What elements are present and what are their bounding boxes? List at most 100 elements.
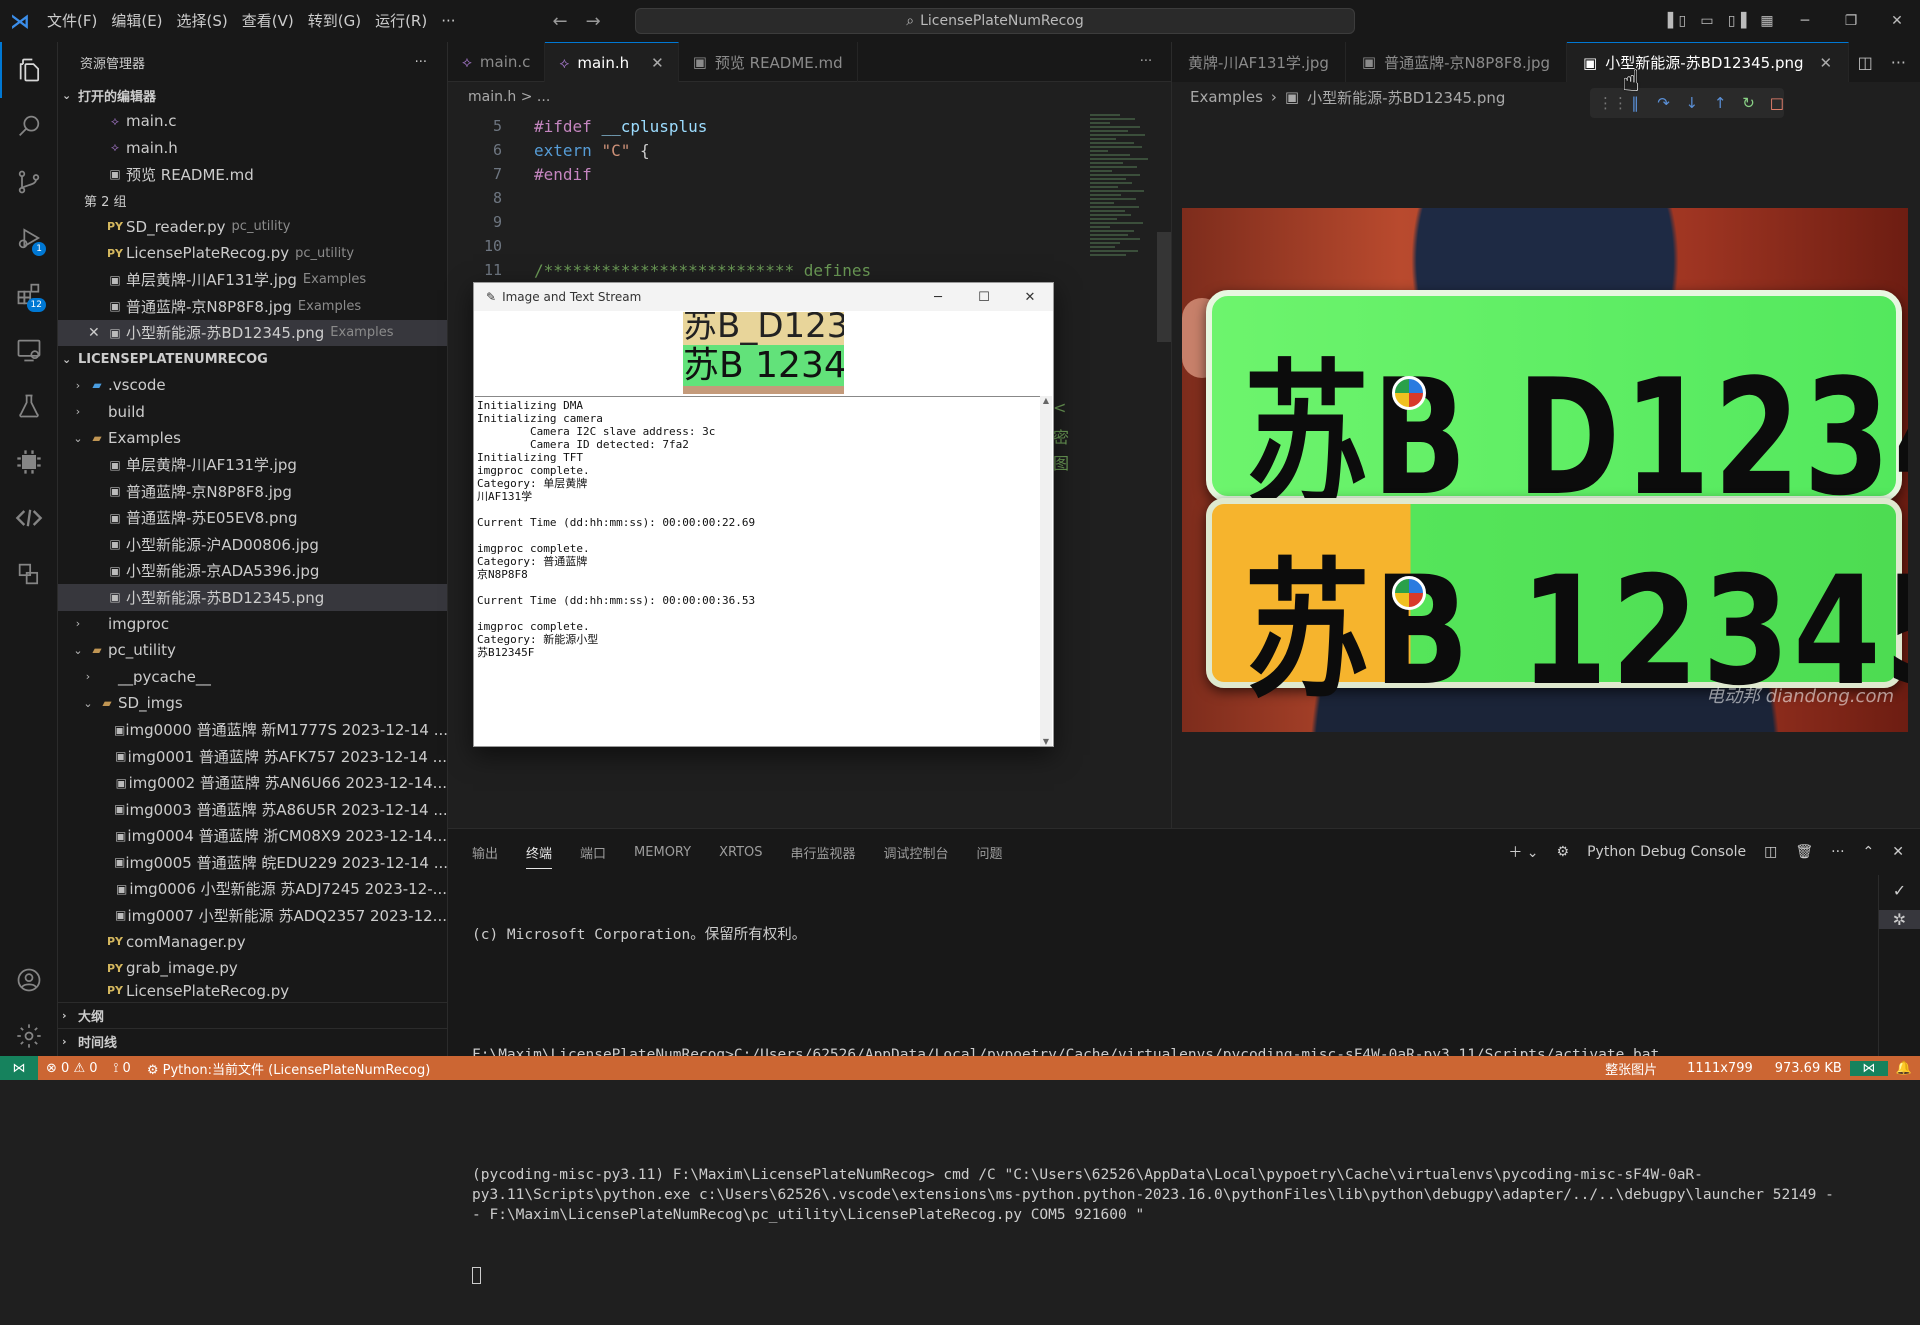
tree-file[interactable]: ▣ img0006 小型新能源 苏ADJ7245 2023-12-...	[58, 876, 447, 903]
project-section[interactable]: ⌄ LICENSEPLATENUMRECOG	[58, 346, 447, 372]
tree-file[interactable]: ▣ img0001 普通蓝牌 苏AFK757 2023-12-14 ...	[58, 743, 447, 770]
tab-problems[interactable]: 问题	[977, 843, 1003, 862]
breadcrumb-file[interactable]: 小型新能源-苏BD12345.png	[1307, 87, 1505, 108]
tab-terminal[interactable]: 终端	[526, 843, 552, 869]
step-over-icon[interactable]: ↷	[1656, 94, 1670, 112]
more-actions-icon[interactable]: ···	[1831, 844, 1844, 860]
editor-divider[interactable]	[1171, 42, 1172, 828]
split-editor-icon[interactable]: ◫	[1858, 53, 1873, 72]
ports-indicator[interactable]: ⟟ 0	[106, 1061, 139, 1076]
menu-more[interactable]: ···	[434, 0, 462, 42]
tree-folder[interactable]: › build	[58, 399, 447, 426]
tree-file[interactable]: ▣ 普通蓝牌-苏E05EV8.png	[58, 505, 447, 532]
tree-file[interactable]: ▣ 小型新能源-京ADA5396.jpg	[58, 558, 447, 585]
toggle-secondary-sidebar-icon[interactable]: ▯▐	[1722, 13, 1752, 29]
forward-arrow-icon[interactable]: →	[586, 11, 601, 32]
code-tags-icon[interactable]	[0, 490, 58, 546]
image-zoom-mode[interactable]: 整张图片	[1597, 1059, 1665, 1078]
back-arrow-icon[interactable]: ←	[553, 11, 568, 32]
minimize-button[interactable]: ─	[915, 290, 961, 305]
split-terminal-icon[interactable]: ◫	[1764, 844, 1777, 860]
tree-file[interactable]: ▣ 普通蓝牌-京N8P8F8.jpg	[58, 478, 447, 505]
remote-explorer-icon[interactable]	[0, 322, 58, 378]
minimap[interactable]	[1090, 112, 1150, 352]
run-debug-icon[interactable]: 1	[0, 210, 58, 266]
extensions-icon[interactable]: 12	[0, 266, 58, 322]
new-terminal-icon[interactable]: ＋ ⌄	[1508, 842, 1538, 862]
menu-view[interactable]: 查看(V)	[235, 0, 301, 42]
restart-icon[interactable]: ↻	[1741, 94, 1755, 112]
explorer-icon[interactable]	[0, 42, 58, 98]
tree-folder[interactable]: › imgproc	[58, 611, 447, 638]
tree-file[interactable]: ▣ img0000 普通蓝牌 新M1777S 2023-12-14 ...	[58, 717, 447, 744]
tree-file[interactable]: ▣ img0004 普通蓝牌 浙CM08X9 2023-12-14...	[58, 823, 447, 850]
menu-go[interactable]: 转到(G)	[301, 0, 368, 42]
tree-file[interactable]: PY LicensePlateRecog.py	[58, 982, 447, 1000]
tree-file[interactable]: ▣ 小型新能源-沪AD00806.jpg	[58, 531, 447, 558]
close-icon[interactable]: ✕	[88, 325, 100, 341]
menu-selection[interactable]: 选择(S)	[170, 0, 235, 42]
account-icon[interactable]	[0, 952, 58, 1008]
tree-file[interactable]: ▣ img0002 普通蓝牌 苏AN6U66 2023-12-14...	[58, 770, 447, 797]
open-editor-item[interactable]: ⟡ main.c	[58, 108, 447, 135]
close-icon[interactable]: ✕	[1820, 54, 1833, 72]
scroll-up-icon[interactable]: ▲	[1040, 396, 1052, 405]
editor-scrollbar-thumb[interactable]	[1157, 232, 1171, 342]
tab-output[interactable]: 输出	[472, 843, 498, 862]
source-control-icon[interactable]	[0, 154, 58, 210]
tab-ports[interactable]: 端口	[580, 843, 606, 862]
tree-file-selected[interactable]: ▣ 小型新能源-苏BD12345.png	[58, 584, 447, 611]
open-editor-item[interactable]: ▣ 普通蓝牌-京N8P8F8.jpg Examples	[58, 293, 447, 320]
step-out-icon[interactable]: ↑	[1713, 94, 1727, 112]
open-editor-item[interactable]: PY SD_reader.py pc_utility	[58, 214, 447, 241]
tree-folder[interactable]: ⌄ ▰ SD_imgs	[58, 690, 447, 717]
check-icon[interactable]: ✓	[1893, 881, 1906, 900]
tab-debug-console[interactable]: 调试控制台	[884, 843, 949, 862]
tree-file[interactable]: ▣ img0007 小型新能源 苏ADQ2357 2023-12...	[58, 902, 447, 929]
outline-section[interactable]: › 大纲	[58, 1002, 447, 1028]
open-editors-section[interactable]: ⌄ 打开的编辑器	[58, 82, 447, 108]
tree-file[interactable]: ▣ 单层黄牌-川AF131学.jpg	[58, 452, 447, 479]
python-interpreter[interactable]: ⚙ Python:当前文件 (LicensePlateNumRecog)	[139, 1059, 438, 1078]
maximize-button[interactable]: ☐	[961, 290, 1007, 305]
more-actions-icon[interactable]: ···	[1121, 42, 1171, 81]
testing-icon[interactable]	[0, 378, 58, 434]
notifications-bell-icon[interactable]: 🔔	[1888, 1061, 1920, 1076]
tab-main-h[interactable]: ⟡ main.h ✕	[545, 42, 678, 82]
chevron-up-icon[interactable]: ⌃	[1863, 844, 1875, 860]
tab-image-3[interactable]: ▣ 小型新能源-苏BD12345.png ✕	[1567, 42, 1849, 82]
open-editor-item-active[interactable]: ✕ ▣ 小型新能源-苏BD12345.png Examples	[58, 320, 447, 347]
remote-icon[interactable]: ⋈	[1850, 1061, 1888, 1076]
tab-main-c[interactable]: ⟡ main.c	[448, 42, 545, 82]
chip-icon[interactable]	[0, 434, 58, 490]
scroll-down-icon[interactable]: ▼	[1040, 737, 1052, 746]
open-editor-item[interactable]: ▣ 预览 README.md	[58, 161, 447, 188]
menu-edit[interactable]: 编辑(E)	[104, 0, 169, 42]
toggle-panel-icon[interactable]: ▭	[1692, 13, 1722, 29]
tree-file[interactable]: PY comManager.py	[58, 929, 447, 956]
pages-icon[interactable]	[0, 546, 58, 602]
menu-file[interactable]: 文件(F)	[40, 0, 104, 42]
text-stream-output[interactable]: Initializing DMA Initializing camera Cam…	[475, 396, 1043, 746]
close-panel-icon[interactable]: ✕	[1892, 844, 1904, 860]
open-editor-item[interactable]: PY LicensePlateRecog.py pc_utility	[58, 240, 447, 267]
open-editor-item[interactable]: ▣ 单层黄牌-川AF131学.jpg Examples	[58, 267, 447, 294]
customize-layout-icon[interactable]: ▦	[1752, 13, 1782, 29]
timeline-section[interactable]: › 时间线	[58, 1028, 447, 1054]
remote-indicator-icon[interactable]: ⋈	[0, 1056, 38, 1080]
tab-xrtos[interactable]: XRTOS	[719, 845, 762, 860]
more-actions-icon[interactable]: ···	[415, 55, 427, 70]
problems-indicator[interactable]: ⊗ 0 ⚠ 0	[38, 1061, 106, 1076]
breadcrumb-folder[interactable]: Examples	[1190, 88, 1263, 106]
tree-folder[interactable]: › __pycache__	[58, 664, 447, 691]
tab-memory[interactable]: MEMORY	[634, 845, 691, 860]
tree-folder[interactable]: ⌄ ▰ pc_utility	[58, 637, 447, 664]
minimize-button[interactable]: ─	[1782, 13, 1828, 29]
tree-folder[interactable]: ⌄ ▰ Examples	[58, 425, 447, 452]
command-center[interactable]: ⌕ LicensePlateNumRecog	[635, 8, 1355, 34]
trash-icon[interactable]: 🗑	[1795, 844, 1813, 860]
tab-readme-preview[interactable]: ▣ 预览 README.md	[679, 42, 858, 82]
step-into-icon[interactable]: ↓	[1685, 94, 1699, 112]
tree-file[interactable]: ▣ img0003 普通蓝牌 苏A86U5R 2023-12-14 ...	[58, 796, 447, 823]
tree-file[interactable]: ▣ img0005 普通蓝牌 皖EDU229 2023-12-14 ...	[58, 849, 447, 876]
